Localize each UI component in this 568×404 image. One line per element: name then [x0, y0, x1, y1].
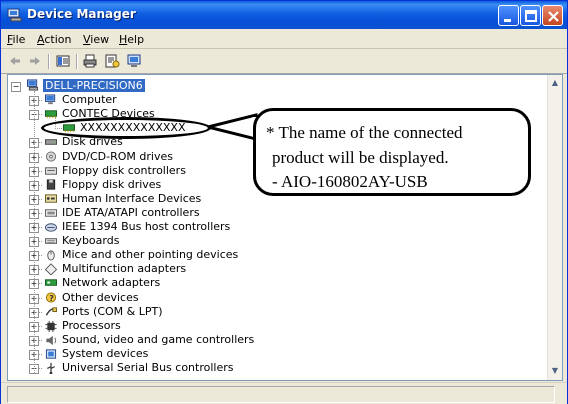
tree-root[interactable]: DELL-PRECISION6 [26, 79, 145, 93]
tree-item[interactable]: Network adapters [61, 276, 160, 290]
tree-item-label: Sound, video and game controllers [62, 332, 255, 346]
device-manager-icon [7, 8, 22, 22]
maximize-button[interactable] [520, 5, 541, 26]
tree-item[interactable]: Floppy disk controllers [61, 164, 186, 178]
sound-icon [46, 335, 57, 345]
cdrom-icon [45, 150, 57, 162]
tree-item-label: Other devices [62, 290, 139, 304]
tree-item[interactable]: IEEE 1394 Bus host controllers [61, 220, 230, 234]
scroll-up-arrow-icon[interactable]: ▲ [549, 76, 561, 90]
minimize-button[interactable] [498, 5, 519, 26]
menu-action[interactable]: Action [37, 33, 71, 46]
tree-item-label: Network adapters [62, 276, 161, 290]
scroll-down-arrow-icon[interactable]: ▼ [549, 364, 561, 378]
usb-icon [47, 362, 55, 374]
tree-item[interactable]: Computer [61, 93, 117, 107]
tree-item-label: IDE ATA/ATAPI controllers [62, 205, 200, 219]
tree-item[interactable]: Keyboards [61, 234, 119, 248]
forward-icon[interactable] [27, 53, 43, 69]
tree-item-label: Universal Serial Bus controllers [62, 361, 234, 374]
callout-line-2: product will be displayed. [272, 148, 449, 167]
callout-line-3: - AIO-160802AY-USB [272, 172, 428, 191]
tree-item[interactable]: Processors [61, 319, 121, 333]
computer-root-icon [26, 79, 39, 91]
tree-item[interactable]: DVD/CD-ROM drives [61, 150, 173, 164]
tree-item-label: Processors [62, 318, 121, 332]
minimize-icon [504, 19, 511, 22]
tree-item-label: System devices [62, 346, 149, 360]
tree-trunk-line [34, 91, 35, 373]
status-panel [7, 386, 555, 403]
tree-item[interactable]: Universal Serial Bus controllers [61, 361, 233, 375]
hid-icon [45, 194, 57, 203]
close-button[interactable] [542, 5, 563, 26]
tree-item[interactable]: Mice and other pointing devices [61, 248, 238, 262]
keyboard-icon [45, 238, 57, 244]
tree-item[interactable]: Sound, video and game controllers [61, 333, 254, 347]
menu-bar: File Action View Help [1, 29, 567, 49]
tree-item-label: Floppy disk drives [62, 177, 162, 191]
tree-item[interactable]: Multifunction adapters [61, 262, 186, 276]
floppy-icon [46, 179, 56, 190]
computer-icon [45, 94, 56, 105]
system-icon [45, 349, 57, 359]
status-bar [1, 382, 567, 404]
properties-view-icon[interactable] [55, 53, 71, 69]
close-icon [548, 11, 559, 22]
tree-item-label: Ports (COM & LPT) [62, 304, 163, 318]
tree-item-label: DVD/CD-ROM drives [62, 149, 173, 163]
toolbar-separator [76, 54, 78, 69]
tree-item[interactable]: Floppy disk drives [61, 178, 161, 192]
toolbar [1, 49, 567, 74]
back-icon[interactable] [7, 53, 23, 69]
callout-line-1: * The name of the connected [266, 123, 463, 142]
tree-item-label: Human Interface Devices [62, 191, 202, 205]
controller-icon [45, 166, 57, 175]
callout-note: * The name of the connected product will… [253, 108, 531, 196]
port-icon [45, 306, 57, 316]
print-icon[interactable] [82, 53, 98, 69]
menu-file[interactable]: File [7, 33, 25, 46]
device-manager-window: Device Manager File Action View Help − DE… [0, 0, 568, 404]
tree-item-label: Floppy disk controllers [62, 163, 186, 177]
tree-item-label: Keyboards [62, 234, 120, 248]
callout-highlight-oval [41, 117, 211, 139]
title-bar[interactable]: Device Manager [1, 1, 567, 29]
firewire-icon [45, 223, 57, 232]
tree-item[interactable]: System devices [61, 347, 148, 361]
menu-view[interactable]: View [83, 33, 109, 46]
tree-item[interactable]: Other devices [61, 291, 139, 305]
vertical-scrollbar[interactable]: ▲ ▼ [547, 75, 562, 380]
maximize-icon [525, 10, 537, 22]
tree-item-label: Computer [62, 93, 117, 107]
toolbar-separator [48, 54, 50, 69]
ide-icon [45, 209, 57, 217]
tree-item[interactable]: Human Interface Devices [61, 192, 201, 206]
svg-text:?: ? [49, 293, 54, 303]
tree-root-label: DELL-PRECISION6 [43, 79, 145, 92]
window-title: Device Manager [27, 7, 136, 21]
tree-item[interactable]: IDE ATA/ATAPI controllers [61, 206, 200, 220]
mouse-icon [47, 250, 55, 261]
tree-item[interactable]: Ports (COM & LPT) [61, 305, 163, 319]
processor-icon [45, 320, 57, 332]
multifunction-icon [44, 263, 58, 276]
disk-drive-icon [45, 139, 57, 146]
menu-help[interactable]: Help [119, 33, 144, 46]
help-properties-icon[interactable] [104, 53, 120, 69]
tree-expander-root[interactable]: − [11, 82, 21, 92]
tree-item-label: Mice and other pointing devices [62, 248, 239, 262]
unknown-device-icon: ? [45, 291, 57, 303]
tree-item-label: IEEE 1394 Bus host controllers [62, 220, 231, 233]
network-icon [45, 279, 57, 287]
scan-hardware-icon[interactable] [126, 53, 142, 69]
tree-item-label: Multifunction adapters [62, 262, 187, 276]
